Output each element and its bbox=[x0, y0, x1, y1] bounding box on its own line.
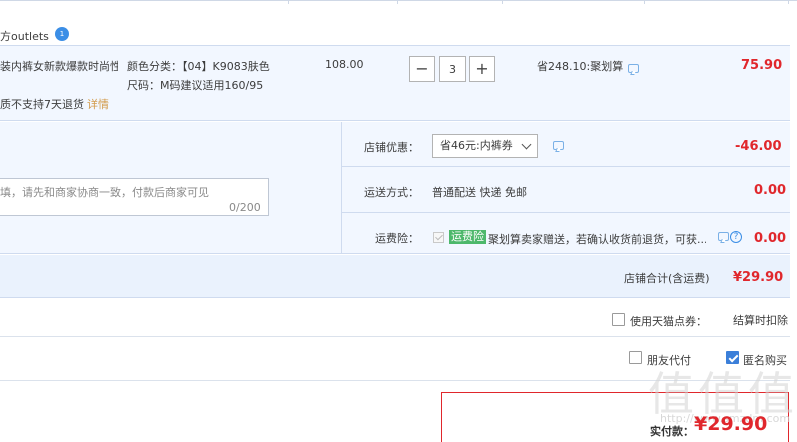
item-sku-color: 颜色分类：【04】K9083肤色 bbox=[127, 60, 270, 73]
section-separator bbox=[0, 336, 790, 337]
shipping-method: 普通配送 快递 免邮 bbox=[432, 186, 527, 199]
insurance-checkbox[interactable] bbox=[433, 232, 444, 243]
item-return-note: 质不支持7天退货 详情 bbox=[0, 96, 109, 112]
item-return-note-text: 质不支持7天退货 bbox=[0, 98, 84, 111]
item-sku-size: 尺码：M码建议适用160/95 bbox=[127, 79, 264, 92]
insurance-label: 运费险： bbox=[375, 232, 419, 245]
points-checkbox[interactable] bbox=[612, 313, 625, 326]
buyer-memo-counter: 0/200 bbox=[229, 201, 261, 214]
chat-icon[interactable] bbox=[718, 232, 729, 241]
shop-subtotal-label: 店铺合计(含运费) bbox=[624, 272, 710, 285]
shop-discount-amount: -46.00 bbox=[735, 139, 782, 154]
item-title[interactable]: 装内裤女新款爆款时尚性... bbox=[0, 58, 118, 74]
options-divider bbox=[341, 122, 342, 254]
options-separator bbox=[342, 166, 790, 167]
shop-subtotal-value: ¥29.90 bbox=[733, 270, 784, 285]
order-item-row bbox=[0, 45, 790, 121]
points-label: 使用天猫点券： bbox=[630, 315, 707, 328]
insurance-badge: 运费险 bbox=[449, 230, 486, 244]
quantity-minus-button[interactable]: − bbox=[409, 56, 435, 82]
shop-coupon-selected: 省46元:内裤券 bbox=[440, 139, 513, 152]
chat-icon[interactable] bbox=[628, 64, 639, 73]
chat-icon[interactable] bbox=[553, 141, 564, 150]
options-separator bbox=[342, 212, 790, 213]
shipping-label: 运送方式： bbox=[364, 186, 419, 199]
buyer-memo-placeholder: 填，请先和商家协商一致，付款后商家可见 bbox=[0, 186, 209, 199]
shop-coupon-select[interactable]: 省46元:内裤券 bbox=[432, 134, 538, 158]
friend-pay-checkbox[interactable] bbox=[629, 351, 642, 364]
quantity-stepper: − + bbox=[409, 56, 495, 82]
insurance-amount: 0.00 bbox=[754, 231, 787, 246]
insurance-description: 聚划算卖家赠送，若确认收货前退货，可获... bbox=[488, 233, 706, 246]
item-unit-price: 108.00 bbox=[325, 58, 364, 71]
chevron-down-icon bbox=[521, 139, 532, 150]
help-icon[interactable]: ? bbox=[730, 231, 742, 243]
shop-discount-label: 店铺优惠： bbox=[364, 141, 419, 154]
quantity-input[interactable] bbox=[439, 56, 466, 82]
item-total-price: 75.90 bbox=[741, 58, 783, 73]
item-saving: 省248.10:聚划算 bbox=[537, 60, 624, 73]
payment-total: ¥29.90 bbox=[694, 413, 768, 435]
shop-badge-icon[interactable]: 1 bbox=[55, 27, 69, 41]
points-deduct-note: 结算时扣除 bbox=[733, 314, 788, 327]
table-top-border bbox=[0, 0, 797, 4]
payment-label: 实付款： bbox=[650, 425, 694, 438]
item-detail-link[interactable]: 详情 bbox=[87, 98, 109, 111]
quantity-plus-button[interactable]: + bbox=[469, 56, 495, 82]
shop-name[interactable]: 方outlets bbox=[0, 28, 49, 44]
shipping-amount: 0.00 bbox=[754, 183, 787, 198]
